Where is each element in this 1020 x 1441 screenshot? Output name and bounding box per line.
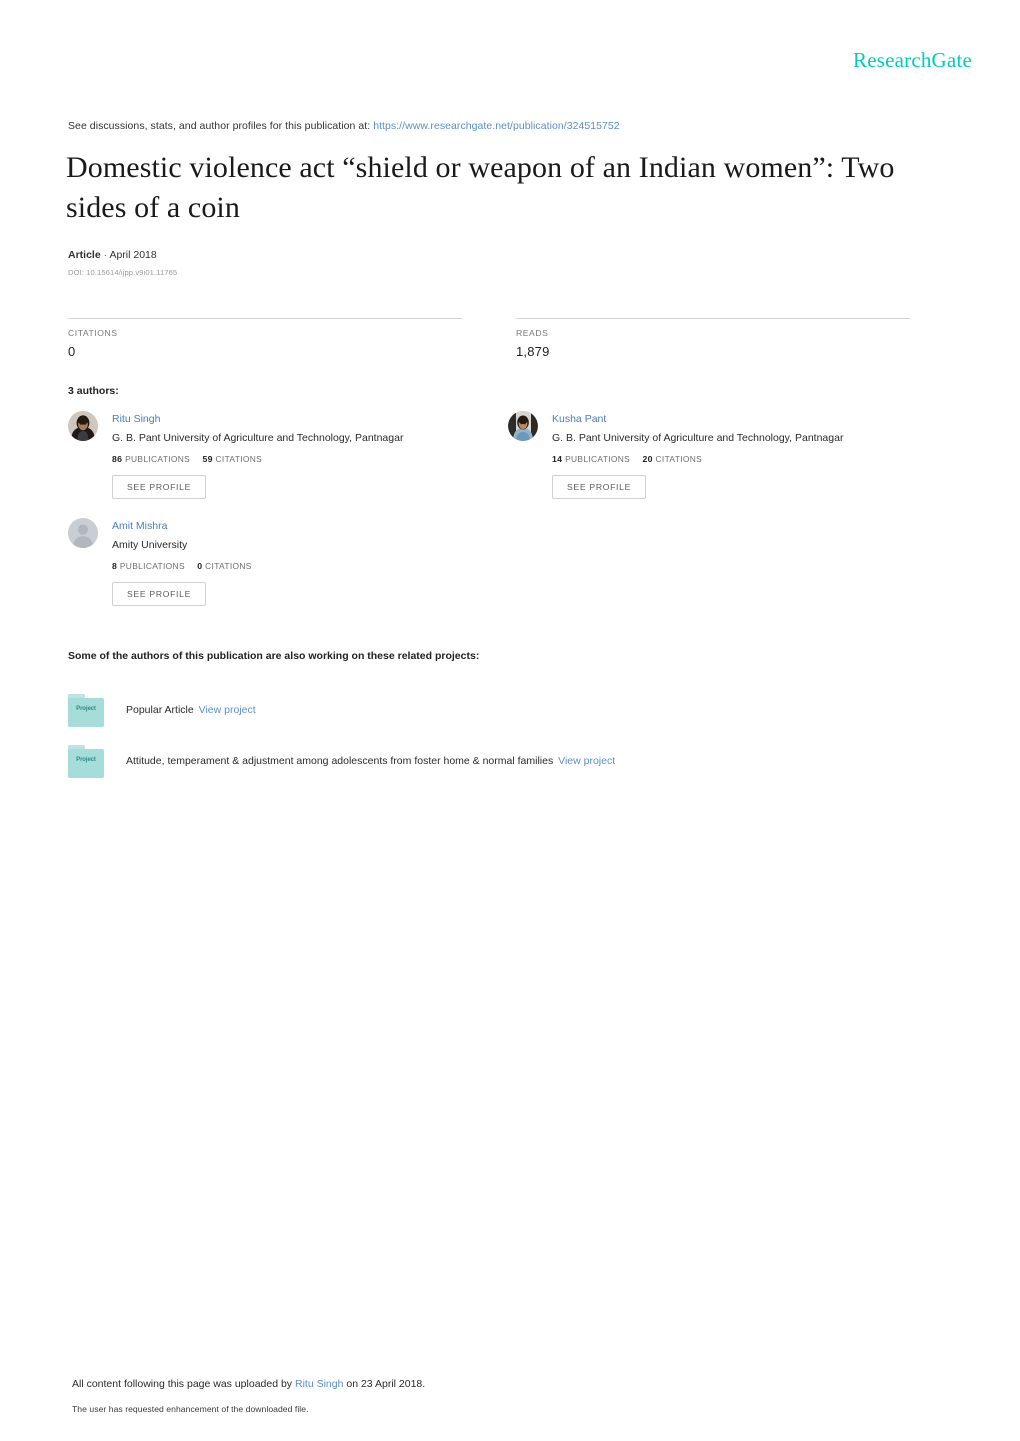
upload-prefix: All content following this page was uplo…	[72, 1378, 293, 1390]
meta-separator: ·	[103, 249, 108, 261]
metric-value-reads: 1,879	[516, 344, 550, 359]
publications-label: PUBLICATIONS	[119, 560, 185, 571]
see-profile-button[interactable]: SEE PROFILE	[112, 474, 207, 500]
author-row: Amit Mishra Amity University 8 PUBLICATI…	[68, 515, 948, 622]
view-project-link[interactable]: View project	[558, 755, 615, 767]
article-meta: Article · April 2018	[68, 249, 157, 261]
author-affiliation: G. B. Pant University of Agriculture and…	[112, 432, 404, 444]
project-title: Attitude, temperament & adjustment among…	[126, 755, 554, 768]
project-folder-label: Project	[76, 706, 96, 712]
author-name-link[interactable]: Ritu Singh	[112, 413, 160, 427]
author-stats: 14 PUBLICATIONS 20 CITATIONS	[552, 454, 843, 464]
author-affiliation: G. B. Pant University of Agriculture and…	[552, 432, 844, 444]
metric-label-citations: CITATIONS	[68, 328, 118, 338]
avatar-photo-icon	[68, 411, 98, 441]
upload-suffix: on 23 April 2018.	[346, 1378, 426, 1390]
authors-heading: 3 authors:	[68, 385, 119, 397]
author-card-kusha-pant: Kusha Pant G. B. Pant University of Agri…	[508, 408, 948, 515]
author-publications-count: 14	[552, 453, 563, 464]
publications-label: PUBLICATIONS	[565, 453, 631, 464]
metric-divider	[516, 318, 910, 319]
project-text: Attitude, temperament & adjustment among…	[126, 754, 615, 769]
article-date: April 2018	[109, 249, 157, 261]
metric-label-reads: READS	[516, 328, 549, 338]
author-stats: 86 PUBLICATIONS 59 CITATIONS	[112, 454, 403, 464]
doi-line: DOI: 10.15614/ijpp.v9i01.11765	[68, 268, 178, 277]
discussion-line: See discussions, stats, and author profi…	[68, 120, 620, 132]
authors-grid: Ritu Singh G. B. Pant University of Agri…	[68, 408, 948, 622]
project-text: Popular Article View project	[126, 703, 256, 718]
avatar-placeholder-icon	[68, 518, 98, 548]
uploader-link[interactable]: Ritu Singh	[295, 1378, 343, 1390]
author-stats: 8 PUBLICATIONS 0 CITATIONS	[112, 561, 252, 571]
project-folder-icon: Project	[68, 745, 104, 778]
author-name-link[interactable]: Amit Mishra	[112, 520, 167, 534]
citations-label: CITATIONS	[205, 560, 252, 571]
citations-label: CITATIONS	[655, 453, 703, 464]
see-profile-button[interactable]: SEE PROFILE	[552, 474, 647, 500]
article-type: Article	[68, 249, 101, 261]
author-citations-count: 0	[197, 560, 203, 571]
project-folder-label: Project	[76, 757, 96, 763]
author-citations-count: 20	[642, 453, 653, 464]
metric-citations: CITATIONS 0	[68, 318, 462, 359]
researchgate-logo: ResearchGate	[853, 48, 972, 72]
metric-value-citations: 0	[68, 344, 76, 359]
project-row: Project Attitude, temperament & adjustme…	[68, 736, 928, 787]
publication-url-link[interactable]: https://www.researchgate.net/publication…	[373, 120, 620, 132]
citations-label: CITATIONS	[215, 453, 263, 464]
researchgate-brand: ResearchGate	[853, 50, 972, 71]
page-title: Domestic violence act “shield or weapon …	[66, 151, 895, 224]
enhancement-note: The user has requested enhancement of th…	[72, 1404, 309, 1414]
metric-divider	[68, 318, 462, 319]
author-info: Ritu Singh G. B. Pant University of Agri…	[112, 408, 404, 500]
avatar-photo-icon	[508, 411, 538, 441]
author-card-ritu-singh: Ritu Singh G. B. Pant University of Agri…	[68, 408, 508, 515]
project-title: Popular Article	[126, 704, 194, 717]
author-name-link[interactable]: Kusha Pant	[552, 413, 606, 427]
metric-reads: READS 1,879	[516, 318, 910, 359]
metrics-row: CITATIONS 0 READS 1,879	[68, 318, 910, 359]
author-citations-count: 59	[202, 453, 213, 464]
upload-info: All content following this page was uplo…	[72, 1378, 932, 1390]
footer: All content following this page was uplo…	[72, 1378, 932, 1414]
related-projects-heading: Some of the authors of this publication …	[68, 650, 480, 662]
researchgate-publication-page: ResearchGate See discussions, stats, and…	[0, 0, 1020, 1441]
publications-label: PUBLICATIONS	[125, 453, 191, 464]
author-affiliation: Amity University	[112, 539, 188, 551]
author-publications-count: 8	[112, 560, 118, 571]
project-folder-icon: Project	[68, 694, 104, 727]
author-card-amit-mishra: Amit Mishra Amity University 8 PUBLICATI…	[68, 515, 508, 622]
view-project-link[interactable]: View project	[199, 704, 256, 716]
see-profile-button[interactable]: SEE PROFILE	[112, 581, 207, 607]
project-row: Project Popular Article View project	[68, 685, 928, 736]
author-publications-count: 86	[112, 453, 123, 464]
author-row: Ritu Singh G. B. Pant University of Agri…	[68, 408, 948, 515]
author-info: Amit Mishra Amity University 8 PUBLICATI…	[112, 515, 252, 607]
related-projects-list: Project Popular Article View project Pro…	[68, 685, 928, 787]
author-info: Kusha Pant G. B. Pant University of Agri…	[552, 408, 844, 500]
discussion-prefix: See discussions, stats, and author profi…	[68, 120, 371, 132]
